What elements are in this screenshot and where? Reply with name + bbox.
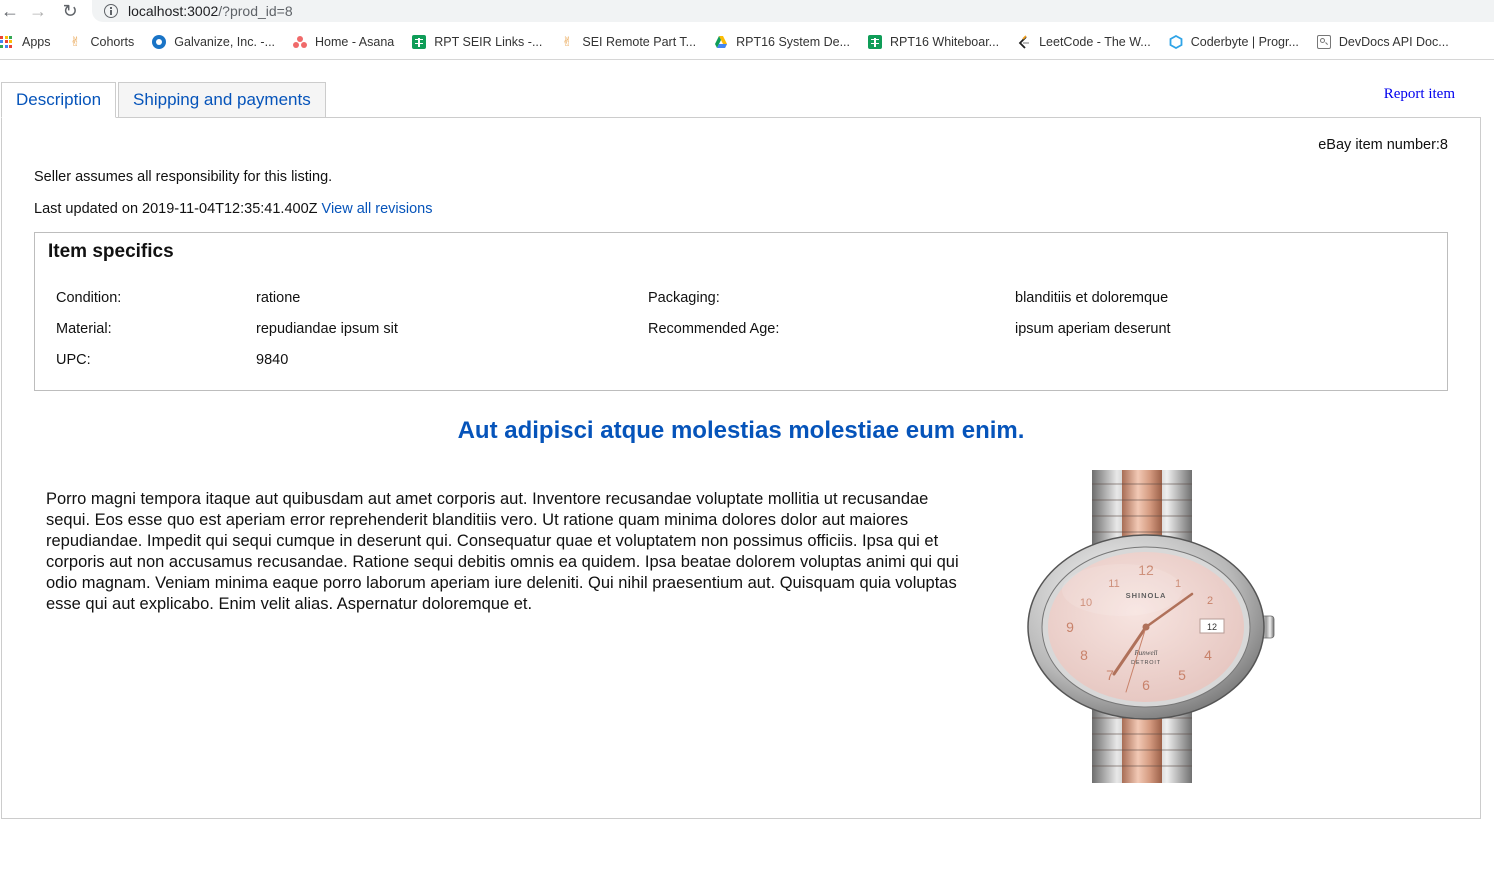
bookmark-label: RPT SEIR Links -... xyxy=(434,34,543,49)
drive-icon xyxy=(714,35,728,49)
report-item-link[interactable]: Report item xyxy=(1384,86,1455,103)
hand-icon: ✌ xyxy=(561,33,573,49)
bookmark-cohorts[interactable]: ✌ Cohorts xyxy=(69,33,135,49)
devdocs-icon xyxy=(1316,34,1331,49)
back-arrow-icon[interactable]: ← xyxy=(0,0,20,22)
bookmark-rpt16-system[interactable]: RPT16 System De... xyxy=(714,35,850,49)
bookmark-rpt16-whiteboard[interactable]: RPT16 Whiteboar... xyxy=(868,34,1000,49)
last-updated-line: Last updated on 2019-11-04T12:35:41.400Z… xyxy=(34,201,433,217)
spec-row: Material: repudiandae ipsum sit Recommen… xyxy=(35,321,1447,341)
bookmark-rpt-seir-links[interactable]: RPT SEIR Links -... xyxy=(412,34,543,49)
apps-grid-icon xyxy=(0,35,12,48)
bookmark-label: Galvanize, Inc. -... xyxy=(174,34,276,49)
svg-text:2: 2 xyxy=(1207,595,1213,607)
address-bar[interactable]: localhost:3002/?prod_id=8 xyxy=(92,0,1494,22)
bookmark-label: Cohorts xyxy=(90,34,135,49)
bookmark-leetcode[interactable]: LeetCode - The W... xyxy=(1017,35,1151,49)
spec-value-upc: 9840 xyxy=(256,352,289,368)
bookmarks-bar: Apps ✌ Cohorts Galvanize, Inc. -... Home… xyxy=(0,24,1494,60)
bookmark-galvanize[interactable]: Galvanize, Inc. -... xyxy=(152,34,276,49)
item-specifics-box: Item specifics Condition: ratione Packag… xyxy=(34,232,1448,391)
spec-value-packaging: blanditiis et doloremque xyxy=(1015,290,1169,306)
bookmark-label: RPT16 System De... xyxy=(736,34,851,49)
seller-responsibility-note: Seller assumes all responsibility for th… xyxy=(34,169,333,185)
spec-label-recommended-age: Recommended Age: xyxy=(648,321,780,337)
leetcode-icon xyxy=(1017,34,1031,49)
svg-text:5: 5 xyxy=(1178,667,1186,683)
last-updated-text: Last updated on 2019-11-04T12:35:41.400Z xyxy=(34,201,318,217)
bookmark-sei-remote[interactable]: ✌ SEI Remote Part T... xyxy=(560,33,697,49)
sheets-icon xyxy=(868,34,883,49)
url-path: /?prod_id=8 xyxy=(218,3,293,19)
listing-headline: Aut adipisci atque molestias molestiae e… xyxy=(457,417,1025,444)
ebay-item-number: eBay item number:8 xyxy=(1318,137,1448,153)
reload-icon[interactable]: ↻ xyxy=(60,0,80,22)
listing-tabs: Description Shipping and payments xyxy=(1,82,326,118)
tab-description[interactable]: Description xyxy=(1,82,117,118)
coderbyte-icon xyxy=(1169,34,1183,49)
url-text[interactable]: localhost:3002/?prod_id=8 xyxy=(128,3,293,19)
bookmark-asana[interactable]: Home - Asana xyxy=(293,35,394,49)
bookmark-label: Apps xyxy=(22,34,51,49)
bookmark-label: RPT16 Whiteboar... xyxy=(890,34,1000,49)
asana-icon xyxy=(293,35,308,49)
browser-toolbar: ← → ↻ localhost:3002/?prod_id=8 xyxy=(0,0,1494,24)
hand-icon: ✌ xyxy=(70,33,81,49)
svg-text:9: 9 xyxy=(1066,619,1074,635)
spec-row: UPC: 9840 xyxy=(35,352,1447,372)
bookmark-coderbyte[interactable]: Coderbyte | Progr... xyxy=(1169,34,1299,49)
bookmark-apps[interactable]: Apps xyxy=(0,35,51,49)
date-window-text: 12 xyxy=(1207,622,1217,632)
spec-label-upc: UPC: xyxy=(56,352,91,368)
bookmark-devdocs[interactable]: DevDocs API Doc... xyxy=(1316,34,1449,49)
wristwatch-image: 12 11 10 9 8 7 6 5 4 2 1 12 SHINOLA Runw… xyxy=(1022,470,1278,783)
galvanize-icon xyxy=(152,34,167,49)
svg-text:8: 8 xyxy=(1080,647,1088,663)
item-specifics-title: Item specifics xyxy=(48,241,174,262)
spec-label-condition: Condition: xyxy=(56,290,122,306)
sheets-icon xyxy=(412,34,427,49)
bookmark-label: DevDocs API Doc... xyxy=(1338,34,1449,49)
url-host: localhost:3002 xyxy=(128,3,219,19)
spec-row: Condition: ratione Packaging: blanditiis… xyxy=(35,290,1447,310)
spec-value-condition: ratione xyxy=(256,290,301,306)
bookmark-label: Home - Asana xyxy=(315,34,395,49)
bookmark-label: SEI Remote Part T... xyxy=(582,34,697,49)
info-icon[interactable] xyxy=(104,4,118,18)
spec-label-packaging: Packaging: xyxy=(648,290,720,306)
bookmark-label: LeetCode - The W... xyxy=(1039,34,1151,49)
view-all-revisions-link[interactable]: View all revisions xyxy=(322,201,433,217)
spec-value-recommended-age: ipsum aperiam deserunt xyxy=(1015,321,1171,337)
listing-description-text: Porro magni tempora itaque aut quibusdam… xyxy=(46,490,959,613)
svg-text:4: 4 xyxy=(1204,647,1212,663)
spec-value-material: repudiandae ipsum sit xyxy=(256,321,398,337)
bookmark-label: Coderbyte | Progr... xyxy=(1190,34,1299,49)
description-panel: eBay item number:8 Seller assumes all re… xyxy=(1,117,1481,819)
forward-arrow-icon[interactable]: → xyxy=(28,0,48,22)
spec-label-material: Material: xyxy=(56,321,112,337)
tab-shipping-and-payments[interactable]: Shipping and payments xyxy=(118,82,326,118)
svg-text:6: 6 xyxy=(1142,677,1150,693)
